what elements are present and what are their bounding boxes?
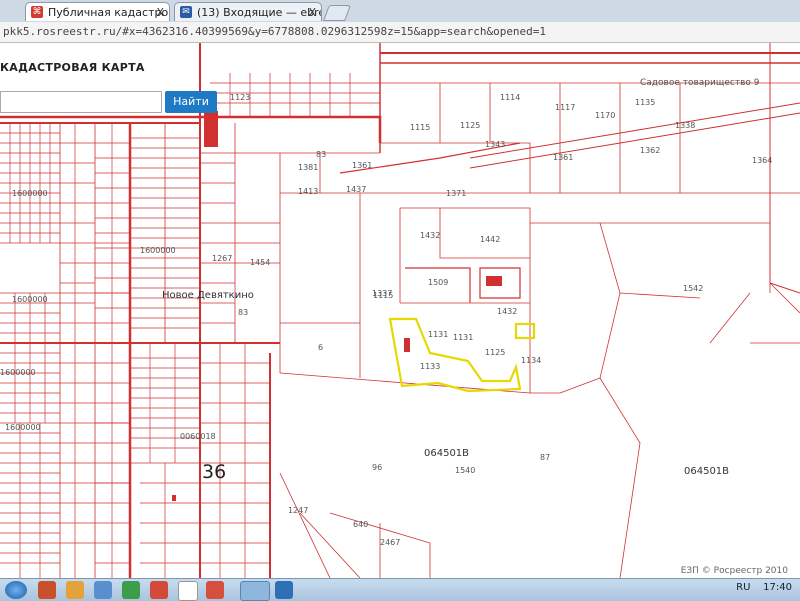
- parcel-label: 640: [353, 520, 369, 529]
- quarter-label: 1600000: [0, 368, 36, 377]
- parcel-label: 1364: [752, 156, 773, 165]
- find-button[interactable]: Найти: [165, 91, 217, 113]
- parcel-label: 1114: [500, 93, 521, 102]
- map-copyright: ЕЗП © Росреестр 2010: [680, 566, 788, 576]
- parcel-label: 1361: [352, 161, 373, 170]
- parcel-label: 83: [316, 150, 327, 159]
- parcel-label: 1432: [497, 307, 518, 316]
- parcel-label: 2467: [380, 538, 401, 547]
- parcel-label: 1247: [288, 506, 309, 515]
- cadastral-map[interactable]: КАДАСТРОВАЯ КАРТА Найти Садовое товарище…: [0, 43, 800, 578]
- parcel-label: 1125: [460, 121, 481, 130]
- parcel-label: 1413: [298, 187, 319, 196]
- parcel-label: 1115: [410, 123, 431, 132]
- field-label: 064501B: [684, 466, 730, 477]
- address-bar[interactable]: pkk5.rosreestr.ru/#x=4362316.40399569&y=…: [0, 22, 800, 43]
- tab-cadastral-map[interactable]: ⌘ Публичная кадастровая к X: [25, 2, 170, 21]
- page-favicon-icon: ⌘: [31, 6, 43, 18]
- quarter-label: 1600000: [12, 189, 48, 198]
- tab-title: Публичная кадастровая к: [48, 6, 169, 19]
- start-button[interactable]: [5, 581, 27, 599]
- parcel-label: 1125: [485, 348, 506, 357]
- parcel-label: 1509: [428, 278, 449, 287]
- parcel-label: 1362: [640, 146, 661, 155]
- parcel-label: 1131: [453, 333, 474, 342]
- new-tab-button[interactable]: [323, 5, 351, 21]
- parcel-label: 1135: [635, 98, 656, 107]
- parcel-label: 1267: [212, 254, 233, 263]
- parcel-label: 1371: [446, 189, 467, 198]
- app-icon[interactable]: [94, 581, 112, 599]
- parcel-label: 1361: [553, 153, 574, 162]
- parcel-label: 1542: [683, 284, 704, 293]
- mail-favicon-icon: ✉: [180, 6, 192, 18]
- close-tab-icon[interactable]: X: [156, 3, 164, 21]
- system-tray: RU 17:40: [736, 582, 792, 593]
- media-player-icon[interactable]: [38, 581, 56, 599]
- parcel-label: 1170: [595, 111, 616, 120]
- parcel-label: 1123: [230, 93, 251, 102]
- tab-inbox[interactable]: ✉ (13) Входящие — ebrel( X: [174, 2, 322, 21]
- quarter-label: 1600000: [140, 246, 176, 255]
- field-label: 064501B: [424, 448, 470, 459]
- parcel-label: 96: [372, 463, 383, 472]
- quarter-label: 0060018: [180, 432, 216, 441]
- clock[interactable]: 17:40: [763, 582, 792, 593]
- close-tab-icon[interactable]: X: [308, 3, 316, 21]
- parcel-label: 1134: [521, 356, 542, 365]
- parcel-label: 83: [238, 308, 249, 317]
- language-indicator[interactable]: RU: [736, 582, 750, 593]
- app-icon[interactable]: [122, 581, 140, 599]
- parcel-label: 1454: [250, 258, 271, 267]
- app-icon[interactable]: [206, 581, 224, 599]
- parcel-label: 1343: [485, 140, 506, 149]
- chrome-icon[interactable]: [178, 581, 198, 601]
- browser-tab-strip: ⌘ Публичная кадастровая к X ✉ (13) Входя…: [0, 0, 800, 23]
- app-icon[interactable]: [275, 581, 293, 599]
- url-text[interactable]: pkk5.rosreestr.ru/#x=4362316.40399569&y=…: [3, 24, 546, 40]
- quarter-label: 1600000: [5, 423, 41, 432]
- parcel-label: 1540: [455, 466, 476, 475]
- parcel-label: 1432: [420, 231, 441, 240]
- app-icon[interactable]: [150, 581, 168, 599]
- quarter-label: 1600000: [12, 295, 48, 304]
- parcel-label: 87: [540, 453, 551, 462]
- parcel-label: 6: [318, 343, 324, 352]
- taskbar: RU 17:40: [0, 578, 800, 601]
- road-label: Садовое товарищество 9: [640, 78, 760, 88]
- search-input[interactable]: [0, 91, 162, 113]
- parcel-label: 1381: [298, 163, 319, 172]
- parcel-label: 1442: [480, 235, 501, 244]
- settlement-label: Новое Девяткино: [162, 290, 254, 301]
- parcel-label: 1437: [346, 185, 367, 194]
- explorer-icon[interactable]: [66, 581, 84, 599]
- parcel-label: 1337: [372, 289, 393, 298]
- block-number-label: 36: [202, 461, 227, 483]
- parcel-label: 1133: [420, 362, 441, 371]
- window-button[interactable]: [240, 581, 270, 601]
- tab-title: (13) Входящие — ebrel(: [197, 6, 322, 19]
- parcel-label: 1131: [428, 330, 449, 339]
- map-title: КАДАСТРОВАЯ КАРТА: [0, 61, 145, 74]
- parcel-label: 1117: [555, 103, 576, 112]
- parcel-label: 1338: [675, 121, 696, 130]
